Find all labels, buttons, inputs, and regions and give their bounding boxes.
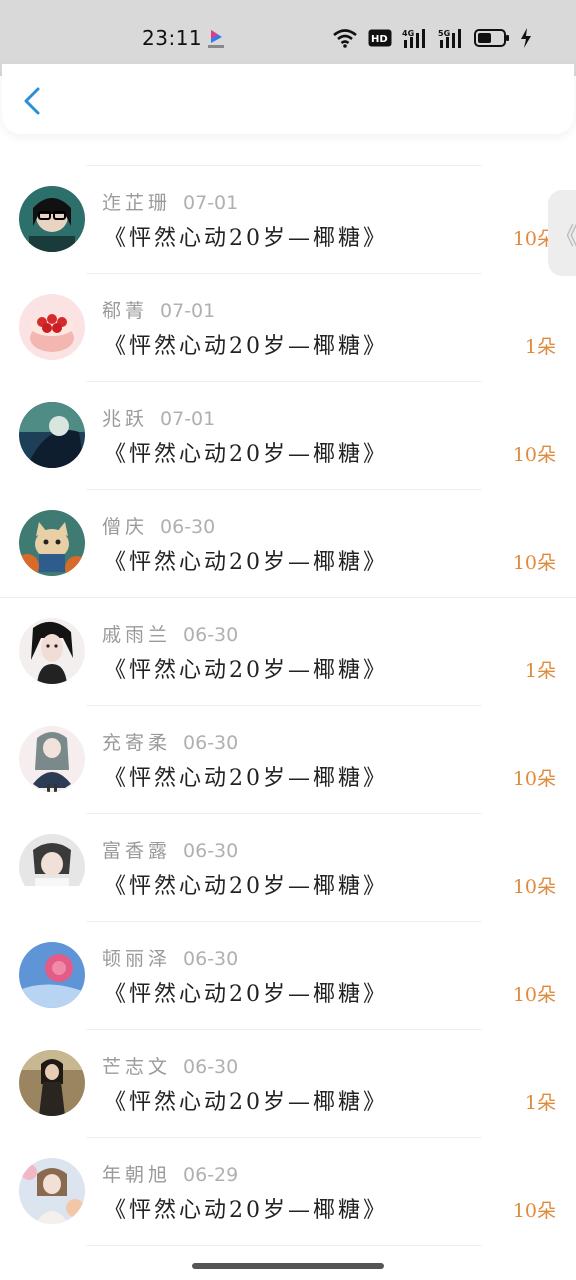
chevron-left-icon — [24, 87, 40, 115]
send-date: 07-01 — [160, 408, 216, 430]
sender-name: 迮芷珊 — [102, 192, 172, 214]
back-button[interactable] — [18, 86, 48, 116]
gift-message: 《怦然心动20岁—椰糖》 — [104, 1198, 388, 1223]
avatar — [19, 1158, 85, 1224]
home-indicator[interactable] — [192, 1263, 384, 1269]
list-item[interactable]: 顿丽泽 06-30 《怦然心动20岁—椰糖》 10朵 — [0, 922, 576, 1030]
flower-count: 10朵 — [512, 876, 556, 898]
sender-name: 顿丽泽 — [102, 948, 172, 970]
send-date: 06-30 — [183, 1056, 239, 1078]
avatar — [19, 402, 85, 468]
gift-record-list: 迮芷珊 07-01 《怦然心动20岁—椰糖》 10朵 郗菁 07-01 《怦然心动2… — [0, 0, 576, 1280]
avatar — [19, 726, 85, 792]
flower-count: 10朵 — [512, 1200, 556, 1222]
flower-count: 10朵 — [512, 444, 556, 466]
send-date: 06-29 — [183, 1164, 239, 1186]
avatar — [19, 510, 85, 576]
gift-message: 《怦然心动20岁—椰糖》 — [104, 982, 388, 1007]
list-item[interactable]: 富香露 06-30 《怦然心动20岁—椰糖》 10朵 — [0, 814, 576, 922]
list-item[interactable]: 迮芷珊 07-01 《怦然心动20岁—椰糖》 10朵 — [0, 166, 576, 274]
sender-name: 富香露 — [102, 840, 172, 862]
divider — [86, 1245, 482, 1246]
list-item[interactable]: 年朝旭 06-29 《怦然心动20岁—椰糖》 10朵 — [0, 1138, 576, 1246]
top-bar — [2, 64, 574, 134]
avatar — [19, 186, 85, 252]
list-item-partial[interactable] — [0, 134, 576, 166]
flower-count: 10朵 — [512, 552, 556, 574]
flower-count: 10朵 — [512, 768, 556, 790]
list-item[interactable]: 充寄柔 06-30 《怦然心动20岁—椰糖》 10朵 — [0, 706, 576, 814]
send-date: 06-30 — [183, 840, 239, 862]
avatar — [19, 1050, 85, 1116]
gift-message: 《怦然心动20岁—椰糖》 — [104, 442, 388, 467]
send-date: 06-30 — [183, 732, 239, 754]
list-item[interactable]: 兆跃 07-01 《怦然心动20岁—椰糖》 10朵 — [0, 382, 576, 490]
sender-name: 芒志文 — [102, 1056, 172, 1078]
gift-message: 《怦然心动20岁—椰糖》 — [104, 1090, 388, 1115]
gift-message: 《怦然心动20岁—椰糖》 — [104, 658, 388, 683]
gift-message: 《怦然心动20岁—椰糖》 — [104, 334, 388, 359]
avatar — [19, 294, 85, 360]
flower-count: 1朵 — [524, 336, 556, 358]
sender-name: 戚雨兰 — [102, 624, 172, 646]
flower-count: 10朵 — [512, 984, 556, 1006]
side-drawer-tab[interactable]: 《 — [548, 190, 576, 276]
list-item[interactable]: 戚雨兰 06-30 《怦然心动20岁—椰糖》 1朵 — [0, 598, 576, 706]
list-item[interactable]: 芒志文 06-30 《怦然心动20岁—椰糖》 1朵 — [0, 1030, 576, 1138]
flower-count: 1朵 — [524, 660, 556, 682]
avatar — [19, 618, 85, 684]
flower-count: 1朵 — [524, 1092, 556, 1114]
send-date: 06-30 — [183, 624, 239, 646]
chevron-left-icon: 《 — [554, 222, 576, 250]
list-item[interactable]: 僧庆 06-30 《怦然心动20岁—椰糖》 10朵 — [0, 490, 576, 598]
sender-name: 兆跃 — [102, 408, 149, 430]
send-date: 06-30 — [183, 948, 239, 970]
gift-message: 《怦然心动20岁—椰糖》 — [104, 550, 388, 575]
list-item[interactable]: 郗菁 07-01 《怦然心动20岁—椰糖》 1朵 — [0, 274, 576, 382]
gift-message: 《怦然心动20岁—椰糖》 — [104, 226, 388, 251]
send-date: 06-30 — [160, 516, 216, 538]
gift-message: 《怦然心动20岁—椰糖》 — [104, 874, 388, 899]
sender-name: 年朝旭 — [102, 1164, 172, 1186]
sender-name: 郗菁 — [102, 300, 149, 322]
gift-message: 《怦然心动20岁—椰糖》 — [104, 766, 388, 791]
sender-name: 充寄柔 — [102, 732, 172, 754]
sender-name: 僧庆 — [102, 516, 149, 538]
avatar — [19, 942, 85, 1008]
send-date: 07-01 — [160, 300, 216, 322]
avatar — [19, 834, 85, 900]
send-date: 07-01 — [183, 192, 239, 214]
